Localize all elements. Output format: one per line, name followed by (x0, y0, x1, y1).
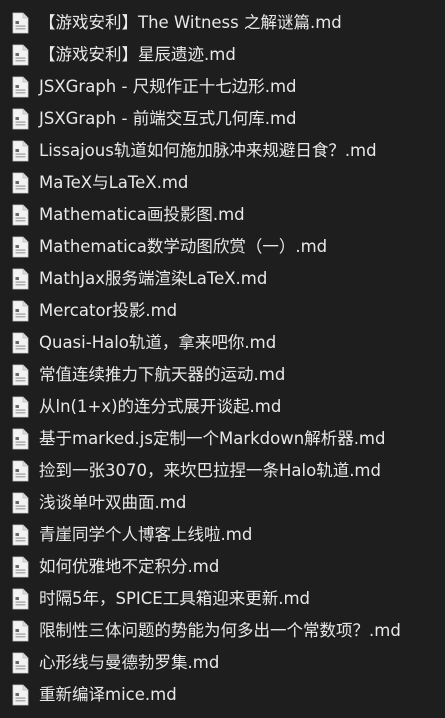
file-item[interactable]: 如何优雅地不定积分.md (0, 551, 445, 583)
markdown-file-icon (12, 652, 29, 674)
markdown-file-icon (12, 684, 29, 706)
markdown-file-icon (12, 268, 29, 290)
file-item[interactable]: 常值连续推力下航天器的运动.md (0, 359, 445, 391)
file-item[interactable]: JSXGraph - 前端交互式几何库.md (0, 103, 445, 135)
file-item[interactable]: 时隔5年，SPICE工具箱迎来更新.md (0, 583, 445, 615)
file-item[interactable]: 基于marked.js定制一个Markdown解析器.md (0, 423, 445, 455)
file-list: 【游戏安利】The Witness 之解谜篇.md 【游戏安利】星辰遗迹.md JS… (0, 0, 445, 718)
file-item[interactable]: Mathematica画投影图.md (0, 199, 445, 231)
markdown-file-icon (12, 492, 29, 514)
file-item[interactable]: MathJax服务端渲染LaTeX.md (0, 263, 445, 295)
file-name: 【游戏安利】星辰遗迹.md (39, 45, 236, 64)
file-name: Mathematica画投影图.md (39, 205, 245, 224)
file-name: 心形线与曼德勃罗集.md (39, 653, 220, 672)
markdown-file-icon (12, 620, 29, 642)
file-item[interactable]: JSXGraph - 尺规作正十七边形.md (0, 71, 445, 103)
file-item[interactable]: 青崖同学个人博客上线啦.md (0, 519, 445, 551)
file-item[interactable]: 【游戏安利】星辰遗迹.md (0, 39, 445, 71)
file-item[interactable]: 浅谈单叶双曲面.md (0, 487, 445, 519)
markdown-file-icon (12, 204, 29, 226)
file-name: 重新编译mice.md (39, 685, 177, 704)
file-item[interactable]: MaTeX与LaTeX.md (0, 167, 445, 199)
file-name: Mathematica数学动图欣赏（一）.md (39, 237, 328, 256)
file-item[interactable]: 限制性三体问题的势能为何多出一个常数项？.md (0, 615, 445, 647)
file-name: JSXGraph - 前端交互式几何库.md (39, 109, 297, 128)
file-item[interactable]: 从ln(1+x)的连分式展开谈起.md (0, 391, 445, 423)
markdown-file-icon (12, 172, 29, 194)
file-name: 基于marked.js定制一个Markdown解析器.md (39, 429, 386, 448)
file-name: 常值连续推力下航天器的运动.md (39, 365, 286, 384)
markdown-file-icon (12, 588, 29, 610)
file-name: MathJax服务端渲染LaTeX.md (39, 269, 268, 288)
markdown-file-icon (12, 76, 29, 98)
file-name: 时隔5年，SPICE工具箱迎来更新.md (39, 589, 311, 608)
file-item[interactable]: Mathematica数学动图欣赏（一）.md (0, 231, 445, 263)
markdown-file-icon (12, 236, 29, 258)
markdown-file-icon (12, 556, 29, 578)
file-name: 限制性三体问题的势能为何多出一个常数项？.md (39, 621, 401, 640)
markdown-file-icon (12, 140, 29, 162)
file-item[interactable]: 心形线与曼德勃罗集.md (0, 647, 445, 679)
file-item[interactable]: 重新编译mice.md (0, 679, 445, 711)
file-item[interactable]: 【游戏安利】The Witness 之解谜篇.md (0, 7, 445, 39)
markdown-file-icon (12, 12, 29, 34)
file-name: 从ln(1+x)的连分式展开谈起.md (39, 397, 282, 416)
markdown-file-icon (12, 428, 29, 450)
file-item[interactable]: Lissajous轨道如何施加脉冲来规避日食？.md (0, 135, 445, 167)
file-item[interactable]: 捡到一张3070，来坎巴拉捏一条Halo轨道.md (0, 455, 445, 487)
markdown-file-icon (12, 108, 29, 130)
file-item[interactable]: Mercator投影.md (0, 295, 445, 327)
markdown-file-icon (12, 364, 29, 386)
file-name: MaTeX与LaTeX.md (39, 173, 189, 192)
markdown-file-icon (12, 524, 29, 546)
file-name: 【游戏安利】The Witness 之解谜篇.md (39, 13, 342, 32)
file-name: 浅谈单叶双曲面.md (39, 493, 187, 512)
markdown-file-icon (12, 332, 29, 354)
file-name: 如何优雅地不定积分.md (39, 557, 220, 576)
file-name: 捡到一张3070，来坎巴拉捏一条Halo轨道.md (39, 461, 381, 480)
file-name: Mercator投影.md (39, 301, 178, 320)
file-name: Quasi-Halo轨道，拿来吧你.md (39, 333, 277, 352)
markdown-file-icon (12, 460, 29, 482)
file-item[interactable]: Quasi-Halo轨道，拿来吧你.md (0, 327, 445, 359)
markdown-file-icon (12, 396, 29, 418)
markdown-file-icon (12, 44, 29, 66)
file-name: JSXGraph - 尺规作正十七边形.md (39, 77, 297, 96)
markdown-file-icon (12, 300, 29, 322)
file-name: 青崖同学个人博客上线啦.md (39, 525, 253, 544)
file-name: Lissajous轨道如何施加脉冲来规避日食？.md (39, 141, 377, 160)
